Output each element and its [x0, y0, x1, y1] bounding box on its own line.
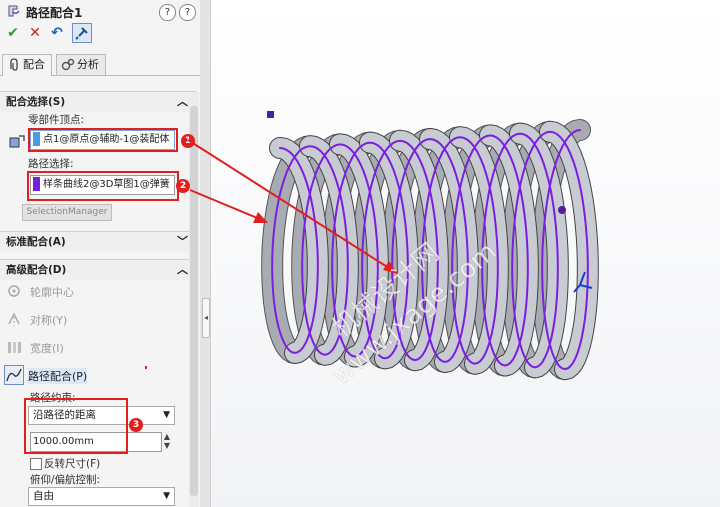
pitch-yaw-select[interactable]: 自由 ▼ [28, 487, 175, 506]
width-icon [8, 342, 21, 353]
mate-selections-header[interactable]: 配合选择(S) ︿ [0, 91, 196, 112]
path-selection-label: 路径选择: [28, 158, 74, 170]
callout-box-3 [24, 398, 128, 454]
advanced-mates-header[interactable]: 高级配合(D) ︿ [0, 259, 196, 280]
callout-box-1 [28, 128, 178, 152]
chevron-up-icon: ︿ [177, 263, 188, 276]
tab-analysis-label: 分析 [77, 58, 99, 71]
pitch-yaw-label: 俯仰/偏航控制: [30, 474, 101, 486]
gears-icon [61, 58, 75, 71]
chevron-down-icon: ▼ [163, 491, 170, 501]
pitch-yaw-value: 自由 [33, 490, 54, 502]
callout-badge-3: 3 [129, 418, 143, 432]
keep-visible-button[interactable] [72, 23, 92, 43]
chevron-up-icon: ︿ [177, 95, 188, 108]
callout-box-2 [27, 171, 179, 201]
tab-analysis[interactable]: 分析 [56, 54, 106, 75]
path-mate-option[interactable]: 路径配合(P) [4, 365, 96, 385]
undo-button[interactable]: ↶ [48, 24, 66, 42]
ok-button[interactable]: ✔ [4, 24, 22, 42]
selection-manager-button[interactable]: SelectionManager [22, 204, 112, 221]
path-mate-label: 路径配合(P) [28, 368, 88, 384]
standard-mates-title: 标准配合(A) [6, 236, 66, 248]
panel-scrollbar[interactable] [189, 92, 199, 507]
cancel-button[interactable]: ✕ [26, 24, 44, 42]
property-manager: 路径配合1 ? ? ✔ ✕ ↶ 配合 分析 配合选择(S) ︿ 零部件顶点: 点… [0, 0, 201, 507]
help-button[interactable]: ? [159, 4, 176, 21]
callout-badge-1: 1 [181, 134, 195, 148]
splitter-grip[interactable]: ◂ [202, 298, 210, 338]
red-dot [145, 366, 147, 369]
pushpin-icon [75, 27, 88, 40]
symmetric-icon [8, 313, 20, 326]
component-vertex-icon [9, 135, 25, 148]
tab-mates[interactable]: 配合 [2, 54, 52, 76]
distance-spinner[interactable]: ▲ ▼ [162, 432, 172, 450]
flip-dimension-label: 反转尺寸(F) [44, 458, 101, 470]
scrollbar-thumb[interactable] [190, 106, 198, 496]
chevron-down-icon: ▼ [163, 410, 170, 420]
info-button[interactable]: ? [179, 4, 196, 21]
chevron-down-icon: ﹀ [177, 235, 188, 248]
mate-selections-title: 配合选择(S) [6, 96, 66, 108]
advanced-mates-title: 高级配合(D) [6, 264, 67, 276]
profile-center-label: 轮廓中心 [30, 286, 74, 299]
paperclip-icon [10, 58, 18, 71]
callout-badge-2: 2 [176, 179, 190, 193]
panel-splitter[interactable]: ◂ [200, 0, 211, 507]
tab-mates-label: 配合 [23, 58, 45, 71]
width-label: 宽度(I) [30, 342, 64, 355]
standard-mates-header[interactable]: 标准配合(A) ﹀ [0, 231, 196, 252]
profile-center-icon [8, 285, 20, 297]
path-mate-icon [4, 365, 24, 385]
graphics-area[interactable] [211, 0, 720, 507]
flip-dimension-checkbox[interactable] [30, 458, 42, 470]
vertex-label: 零部件顶点: [28, 114, 85, 126]
path-mate-icon [8, 5, 20, 17]
page-title: 路径配合1 [26, 6, 83, 20]
symmetric-label: 对称(Y) [30, 314, 68, 327]
